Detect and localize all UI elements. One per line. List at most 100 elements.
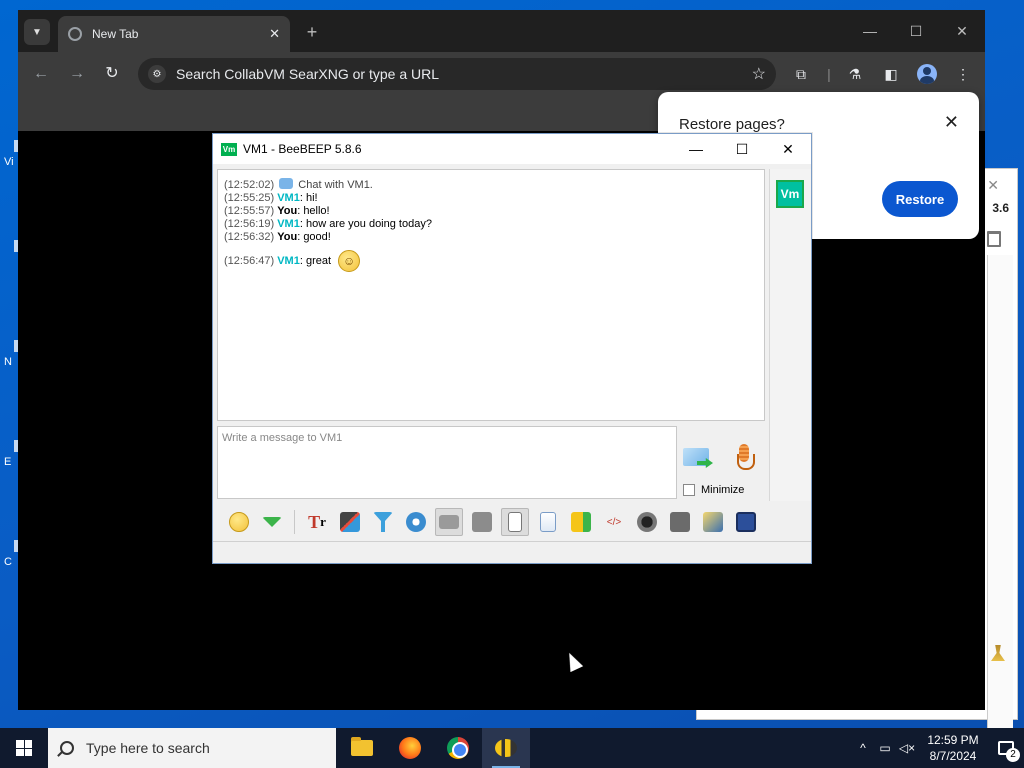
message-text: hi!: [305, 192, 318, 204]
search-placeholder: Type here to search: [86, 740, 210, 756]
close-button[interactable]: ✕: [765, 134, 811, 164]
message-time: (12:52:02): [224, 179, 275, 191]
menu-kebab-icon[interactable]: ⋮: [952, 63, 974, 85]
search-icon: [60, 741, 74, 755]
screenshot-icon[interactable]: [633, 508, 661, 536]
emoticon-icon[interactable]: [225, 508, 253, 536]
chevron-up-icon[interactable]: ^: [852, 741, 874, 755]
chat-message: (12:52:02) Chat with VM1.: [224, 178, 758, 192]
message-time: (12:55:25): [224, 192, 275, 204]
notification-center-button[interactable]: 2: [988, 728, 1024, 768]
clock[interactable]: 12:59 PM 8/7/2024: [918, 732, 988, 764]
window-controls: — ☐ ✕: [847, 10, 985, 52]
font-icon[interactable]: Tr: [303, 508, 331, 536]
restore-button[interactable]: Restore: [882, 181, 958, 217]
save-icon[interactable]: [732, 508, 760, 536]
desktop-shortcut-label: N: [4, 356, 12, 368]
new-tab-button[interactable]: +: [300, 20, 324, 44]
tab-search-button[interactable]: ▼: [24, 19, 50, 45]
close-button[interactable]: ✕: [939, 10, 985, 52]
labs-flask-icon[interactable]: ⚗: [844, 63, 866, 85]
firefox-button[interactable]: [386, 728, 434, 768]
tab-new-tab[interactable]: New Tab ✕: [58, 16, 290, 52]
message-sender: You: [277, 231, 298, 243]
pin-icon[interactable]: [501, 508, 529, 536]
send-message-icon[interactable]: [683, 444, 715, 474]
chat-message: (12:56:47) VM1: great ☺: [224, 250, 758, 272]
omnibox-text[interactable]: Search CollabVM SearXNG or type a URL: [176, 66, 752, 82]
tab-close-icon[interactable]: ✕: [269, 26, 280, 42]
chat-message: (12:56:19) VM1: how are you doing today?: [224, 218, 432, 230]
side-panel-icon[interactable]: ◧: [880, 63, 902, 85]
desktop-shortcut-label: Vi: [4, 156, 14, 168]
site-info-icon[interactable]: ⚙: [148, 65, 166, 83]
message-sender: You: [277, 205, 298, 217]
message-text: great: [305, 254, 332, 267]
message-sender: VM1: [277, 218, 300, 230]
minimize-checkbox-row[interactable]: Minimize: [683, 484, 744, 496]
browser-toolbar: ← → ↻ ⚙ Search CollabVM SearXNG or type …: [18, 52, 985, 96]
extensions-icon[interactable]: ⧉: [790, 63, 812, 85]
chrome-icon: [447, 737, 469, 759]
chat-message: (12:55:57) You: hello!: [224, 205, 330, 217]
minimize-button[interactable]: —: [673, 134, 719, 164]
save-chat-icon[interactable]: [534, 508, 562, 536]
status-bar: [213, 541, 811, 563]
minimize-button[interactable]: —: [847, 10, 893, 52]
microphone-icon[interactable]: [735, 444, 755, 474]
tab-strip: ▼ New Tab ✕ + — ☐ ✕: [18, 10, 985, 52]
notification-count: 2: [1006, 748, 1020, 762]
share-icon[interactable]: [567, 508, 595, 536]
message-time: (12:56:19): [224, 218, 275, 230]
settings-icon[interactable]: [402, 508, 430, 536]
back-button[interactable]: ←: [30, 63, 52, 85]
windows-logo-icon: [16, 740, 32, 756]
message-text: Chat with VM1.: [298, 179, 373, 191]
start-button[interactable]: [0, 728, 48, 768]
compact-view-icon[interactable]: [435, 508, 463, 536]
toolbar-separator: [294, 510, 295, 534]
volume-muted-icon[interactable]: ◁×: [896, 741, 918, 755]
message-text: hello!: [303, 205, 330, 217]
maximize-button[interactable]: ☐: [719, 134, 765, 164]
spell-icon[interactable]: [699, 508, 727, 536]
close-icon[interactable]: ✕: [944, 112, 959, 133]
taskbar-search[interactable]: Type here to search: [48, 728, 336, 768]
firefox-icon: [399, 737, 421, 759]
code-icon[interactable]: </>: [600, 508, 628, 536]
chat-message: (12:56:32) You: good!: [224, 231, 331, 243]
format-icon[interactable]: [468, 508, 496, 536]
omnibox[interactable]: ⚙ Search CollabVM SearXNG or type a URL …: [138, 58, 776, 90]
file-explorer-button[interactable]: [338, 728, 386, 768]
font-color-icon[interactable]: [336, 508, 364, 536]
message-input[interactable]: Write a message to VM1: [217, 426, 677, 499]
side-panel: [987, 255, 1013, 768]
bookmark-star-icon[interactable]: ☆: [752, 64, 766, 84]
chat-bubble-icon: [279, 178, 294, 189]
filter-icon[interactable]: [369, 508, 397, 536]
chrome-button[interactable]: [434, 728, 482, 768]
globe-icon: [68, 27, 82, 41]
minimize-label: Minimize: [701, 484, 745, 496]
minimize-checkbox[interactable]: [683, 484, 695, 496]
reload-button[interactable]: ↻: [101, 63, 123, 85]
forward-button[interactable]: →: [66, 63, 88, 85]
tab-title: New Tab: [92, 27, 139, 41]
network-icon[interactable]: ▭: [874, 741, 896, 755]
maximize-button[interactable]: ☐: [893, 10, 939, 52]
window-title: VM1 - BeeBEEP 5.8.6: [243, 142, 362, 156]
message-sender: VM1: [277, 192, 300, 204]
message-sender: VM1: [277, 254, 300, 267]
beebeep-button[interactable]: [482, 728, 530, 768]
vm-app-icon: Vm: [221, 142, 237, 156]
clear-icon[interactable]: [666, 508, 694, 536]
message-text: how are you doing today?: [305, 218, 432, 230]
trash-icon[interactable]: [987, 231, 1001, 247]
chat-toolbar: Tr </>: [217, 504, 777, 540]
chat-history[interactable]: (12:52:02) Chat with VM1. (12:55:25) VM1…: [217, 169, 765, 421]
close-icon[interactable]: ✕: [987, 177, 999, 194]
profile-avatar-icon[interactable]: [917, 64, 937, 84]
vm-avatar[interactable]: Vm: [776, 180, 804, 208]
dropdown-icon[interactable]: [258, 508, 286, 536]
title-bar[interactable]: Vm VM1 - BeeBEEP 5.8.6 — ☐ ✕: [213, 134, 811, 164]
